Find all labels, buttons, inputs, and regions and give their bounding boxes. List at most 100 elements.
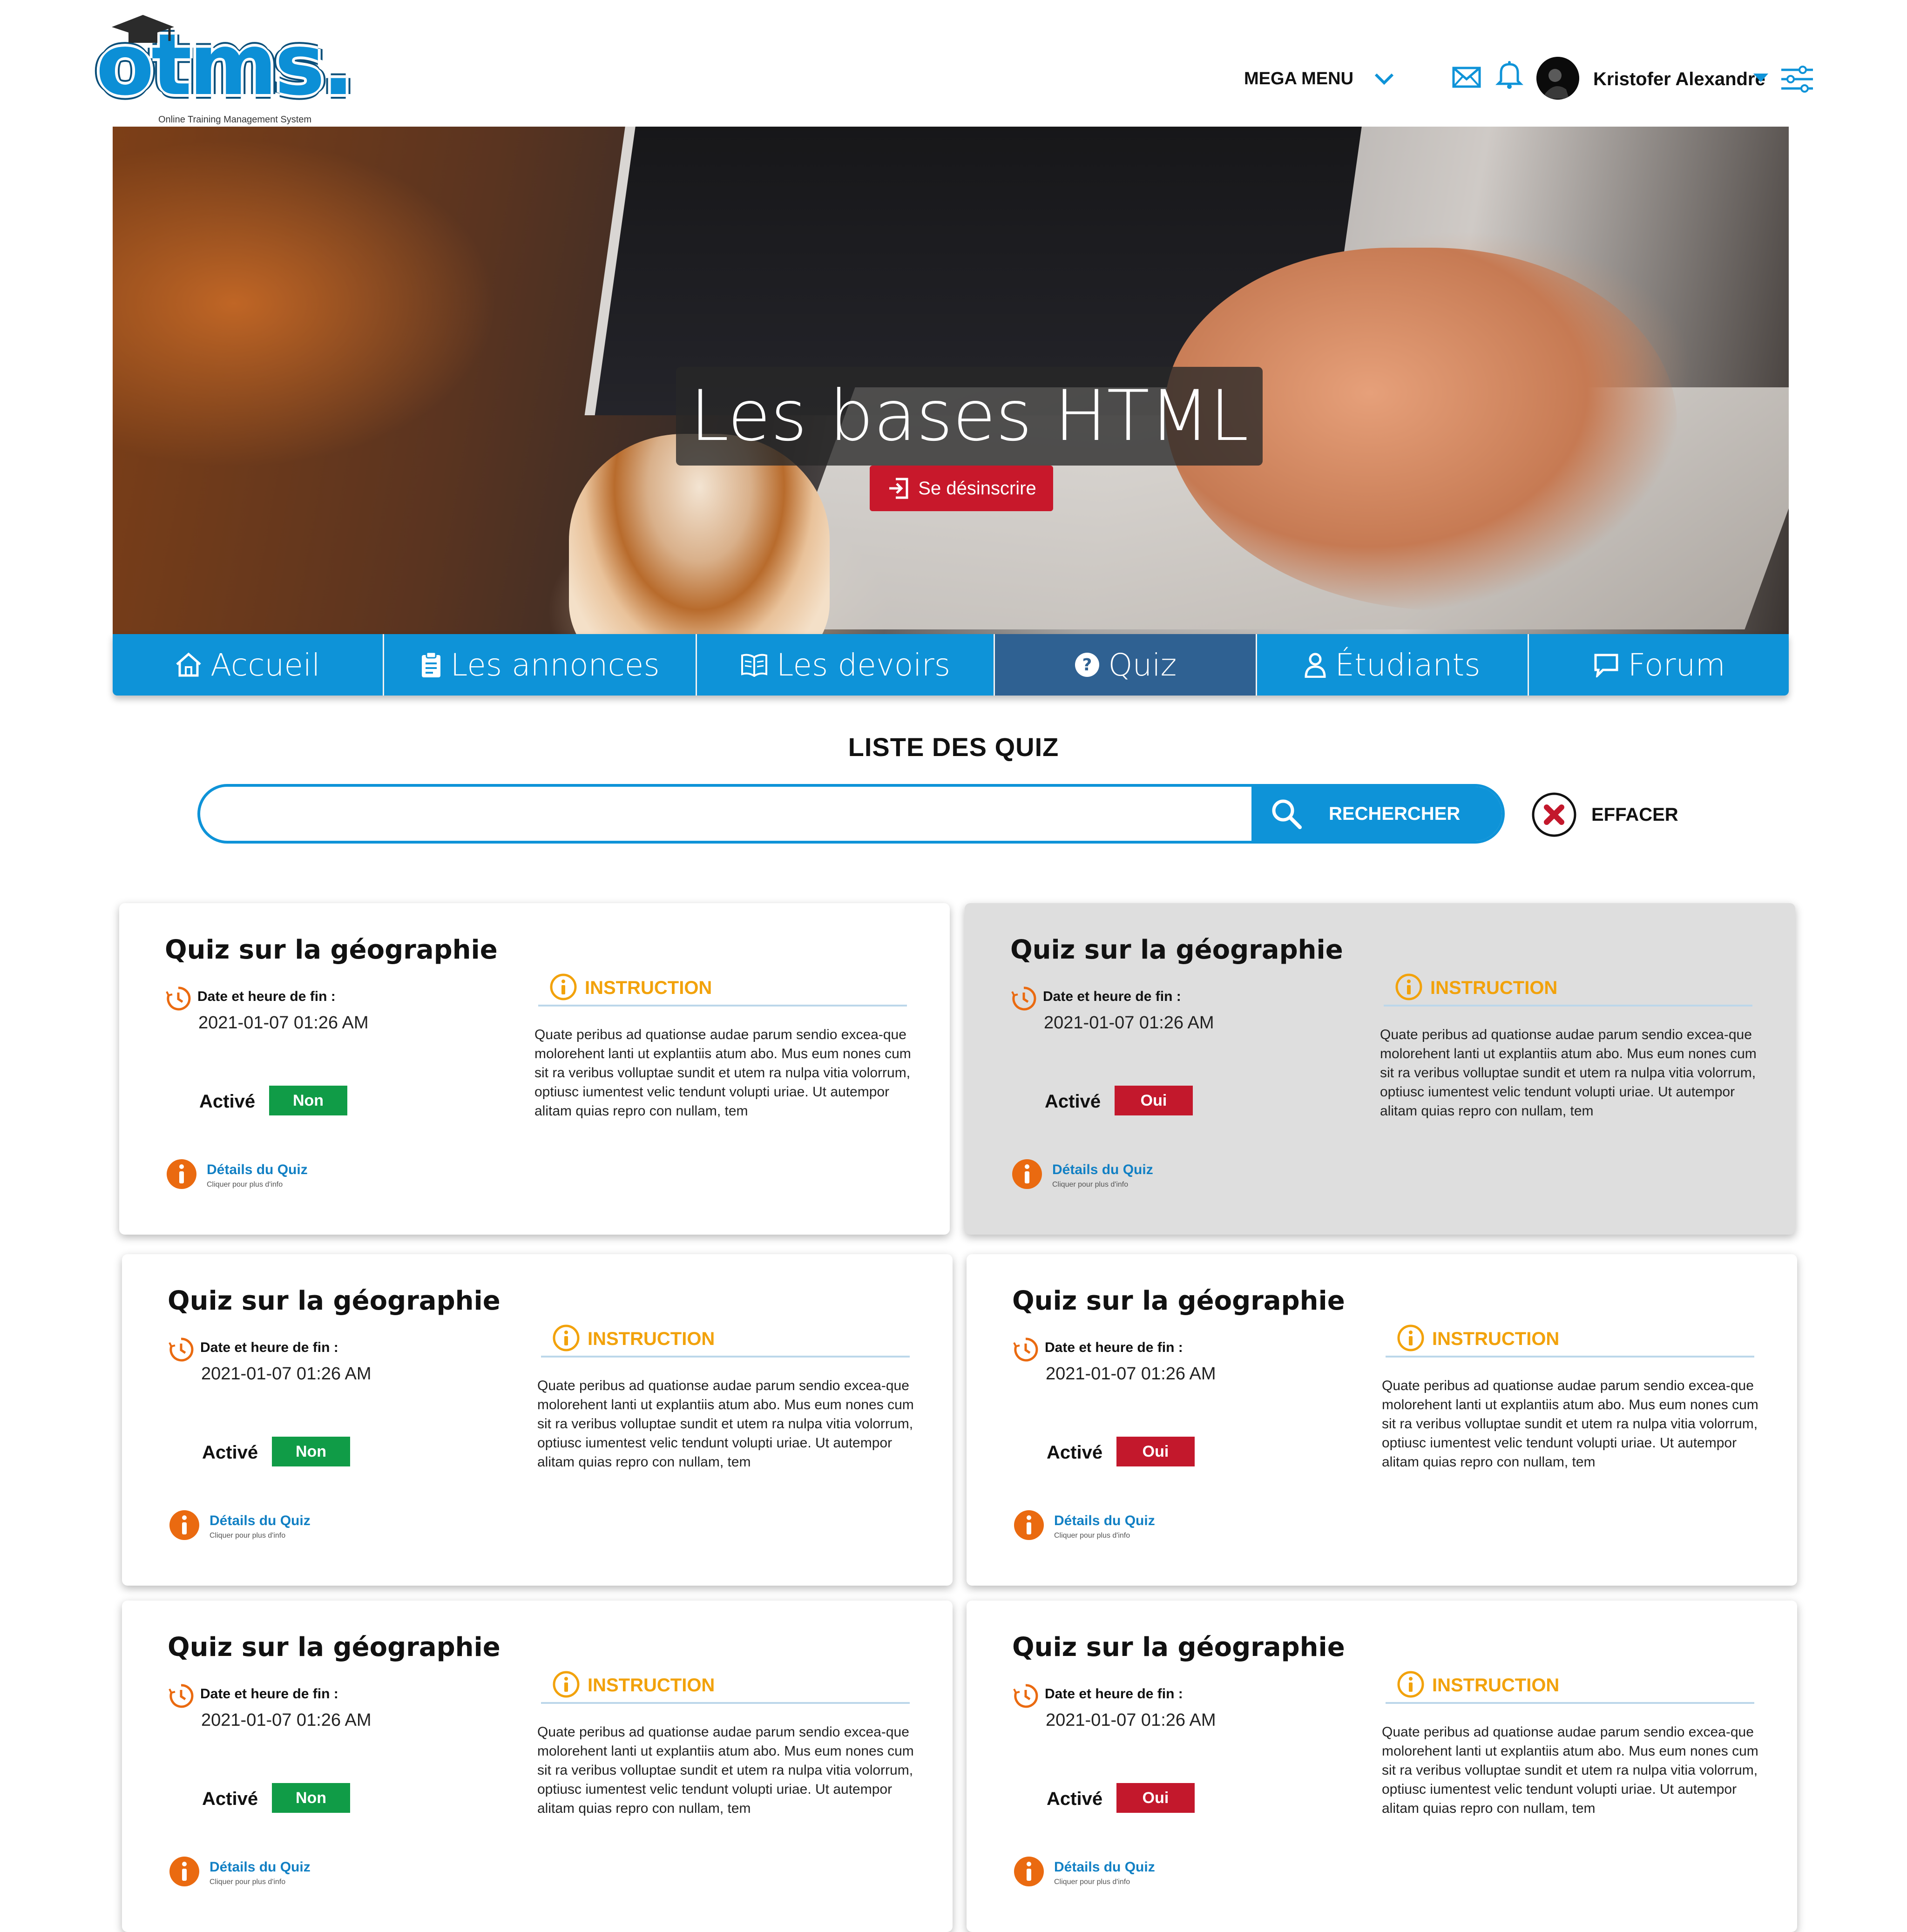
end-date-value: 2021-01-07 01:26 AM	[198, 1013, 369, 1033]
caret-down-icon[interactable]	[1752, 71, 1769, 84]
tab-forum[interactable]: Forum	[1529, 634, 1789, 696]
tab-les-devoirs[interactable]: Les devoirs	[697, 634, 995, 696]
quiz-title: Quiz sur la géographie	[1012, 1632, 1345, 1662]
instruction-divider	[1386, 1356, 1754, 1358]
clock-icon	[1011, 986, 1036, 1011]
instruction-title: INSTRUCTION	[1432, 1329, 1560, 1349]
status-badge: Oui	[1115, 1086, 1193, 1115]
top-header: otms. Online Training Management System …	[0, 0, 1907, 127]
instruction-text: Quate peribus ad quationse audae parum s…	[537, 1724, 914, 1816]
instruction-title: INSTRUCTION	[588, 1675, 715, 1696]
instruction-title: INSTRUCTION	[588, 1329, 715, 1349]
quiz-title: Quiz sur la géographie	[165, 935, 498, 965]
clear-button[interactable]: EFFACER	[1531, 791, 1678, 838]
clock-icon	[1013, 1684, 1038, 1708]
tab-les-annonces[interactable]: Les annonces	[384, 634, 697, 696]
end-date-value: 2021-01-07 01:26 AM	[1044, 1013, 1214, 1033]
info-icon[interactable]	[169, 1509, 200, 1541]
mega-menu-button[interactable]: MEGA MENU	[1244, 69, 1394, 89]
active-label: Activé	[202, 1442, 258, 1463]
search-bar: RECHERCHER	[197, 784, 1505, 844]
quiz-details-link[interactable]: Détails du Quiz	[210, 1859, 311, 1875]
instruction-title: INSTRUCTION	[1430, 978, 1558, 998]
status-badge: Non	[272, 1783, 350, 1813]
settings-sliders-icon[interactable]	[1780, 65, 1814, 93]
quiz-details-hint: Cliquer pour plus d'info	[1052, 1181, 1129, 1189]
question-icon: ?	[1075, 653, 1099, 677]
chevron-down-icon	[1374, 73, 1394, 85]
instruction-title: INSTRUCTION	[585, 978, 712, 998]
course-tabs: Accueil Les annonces Les devoirs ? Quiz	[113, 634, 1789, 696]
info-icon[interactable]	[1013, 1856, 1045, 1887]
quiz-details-hint: Cliquer pour plus d'info	[1054, 1532, 1130, 1540]
end-date-value: 2021-01-07 01:26 AM	[201, 1710, 372, 1730]
unsubscribe-button[interactable]: Se désinscrire	[870, 466, 1053, 511]
avatar[interactable]	[1536, 57, 1579, 100]
end-date-label: Date et heure de fin :	[197, 989, 336, 1004]
search-button[interactable]: RECHERCHER	[1251, 787, 1502, 841]
clock-icon	[166, 986, 191, 1011]
tab-label: Accueil	[210, 647, 320, 683]
logo-subtitle: Online Training Management System	[158, 115, 312, 125]
active-label: Activé	[1047, 1442, 1103, 1463]
otms-logo[interactable]: otms. Online Training Management System	[91, 13, 354, 125]
quiz-card-1: Quiz sur la géographie Date et heure de …	[119, 903, 950, 1235]
end-date-label: Date et heure de fin :	[200, 1340, 338, 1355]
clock-icon	[169, 1338, 194, 1362]
quiz-card-6: Quiz sur la géographie Date et heure de …	[967, 1601, 1797, 1932]
sign-in-icon	[889, 478, 908, 499]
search-button-label: RECHERCHER	[1329, 803, 1461, 824]
unsubscribe-label: Se désinscrire	[918, 478, 1036, 499]
info-circle-icon	[1395, 973, 1422, 1000]
info-icon[interactable]	[169, 1856, 200, 1887]
info-icon[interactable]	[166, 1158, 197, 1190]
quiz-details-link[interactable]: Détails du Quiz	[1054, 1859, 1155, 1875]
instruction-divider	[538, 1005, 907, 1007]
active-label: Activé	[199, 1091, 256, 1112]
chat-icon	[1594, 654, 1618, 677]
instruction-divider	[1384, 1005, 1752, 1007]
status-badge: Oui	[1116, 1783, 1195, 1813]
user-name[interactable]: Kristofer Alexandre	[1593, 69, 1765, 90]
course-title: Les bases HTML	[690, 376, 1249, 457]
clock-icon	[1013, 1338, 1038, 1362]
quiz-title: Quiz sur la géographie	[168, 1632, 500, 1662]
clock-icon	[169, 1684, 194, 1708]
info-icon[interactable]	[1013, 1509, 1045, 1541]
quiz-title: Quiz sur la géographie	[168, 1286, 500, 1316]
instruction-divider	[1386, 1702, 1754, 1704]
instruction-divider	[541, 1356, 910, 1358]
end-date-label: Date et heure de fin :	[1045, 1686, 1183, 1702]
info-circle-icon	[550, 973, 577, 1000]
info-icon[interactable]	[1011, 1158, 1043, 1190]
quiz-details-hint: Cliquer pour plus d'info	[210, 1532, 286, 1540]
quiz-title: Quiz sur la géographie	[1012, 1286, 1345, 1316]
status-badge: Non	[269, 1086, 347, 1115]
graduation-cap-icon	[112, 15, 174, 43]
search-input[interactable]	[214, 787, 1240, 841]
quiz-details-link[interactable]: Détails du Quiz	[1052, 1162, 1153, 1178]
tab-label: Quiz	[1108, 647, 1177, 683]
mail-icon[interactable]	[1452, 62, 1481, 92]
tab-etudiants[interactable]: Étudiants	[1257, 634, 1529, 696]
quiz-card-4: Quiz sur la géographie Date et heure de …	[967, 1254, 1797, 1586]
end-date-value: 2021-01-07 01:26 AM	[201, 1364, 372, 1384]
tab-label: Les devoirs	[776, 647, 951, 683]
end-date-value: 2021-01-07 01:26 AM	[1046, 1710, 1216, 1730]
clear-button-label: EFFACER	[1591, 804, 1678, 825]
close-circle-icon	[1532, 792, 1576, 837]
tab-label: Étudiants	[1335, 647, 1481, 683]
bell-icon[interactable]	[1494, 60, 1524, 89]
svg-text:?: ?	[1082, 655, 1092, 675]
quiz-details-link[interactable]: Détails du Quiz	[210, 1513, 311, 1529]
tab-accueil[interactable]: Accueil	[113, 634, 384, 696]
info-circle-icon	[1397, 1324, 1424, 1351]
tab-quiz[interactable]: ? Quiz	[995, 634, 1257, 696]
quiz-details-link[interactable]: Détails du Quiz	[1054, 1513, 1155, 1529]
clipboard-icon	[421, 651, 440, 677]
instruction-text: Quate peribus ad quationse audae parum s…	[537, 1378, 914, 1470]
quiz-details-link[interactable]: Détails du Quiz	[207, 1162, 308, 1178]
info-circle-icon	[553, 1671, 580, 1698]
quiz-details-hint: Cliquer pour plus d'info	[210, 1878, 286, 1886]
info-circle-icon	[1397, 1671, 1424, 1698]
